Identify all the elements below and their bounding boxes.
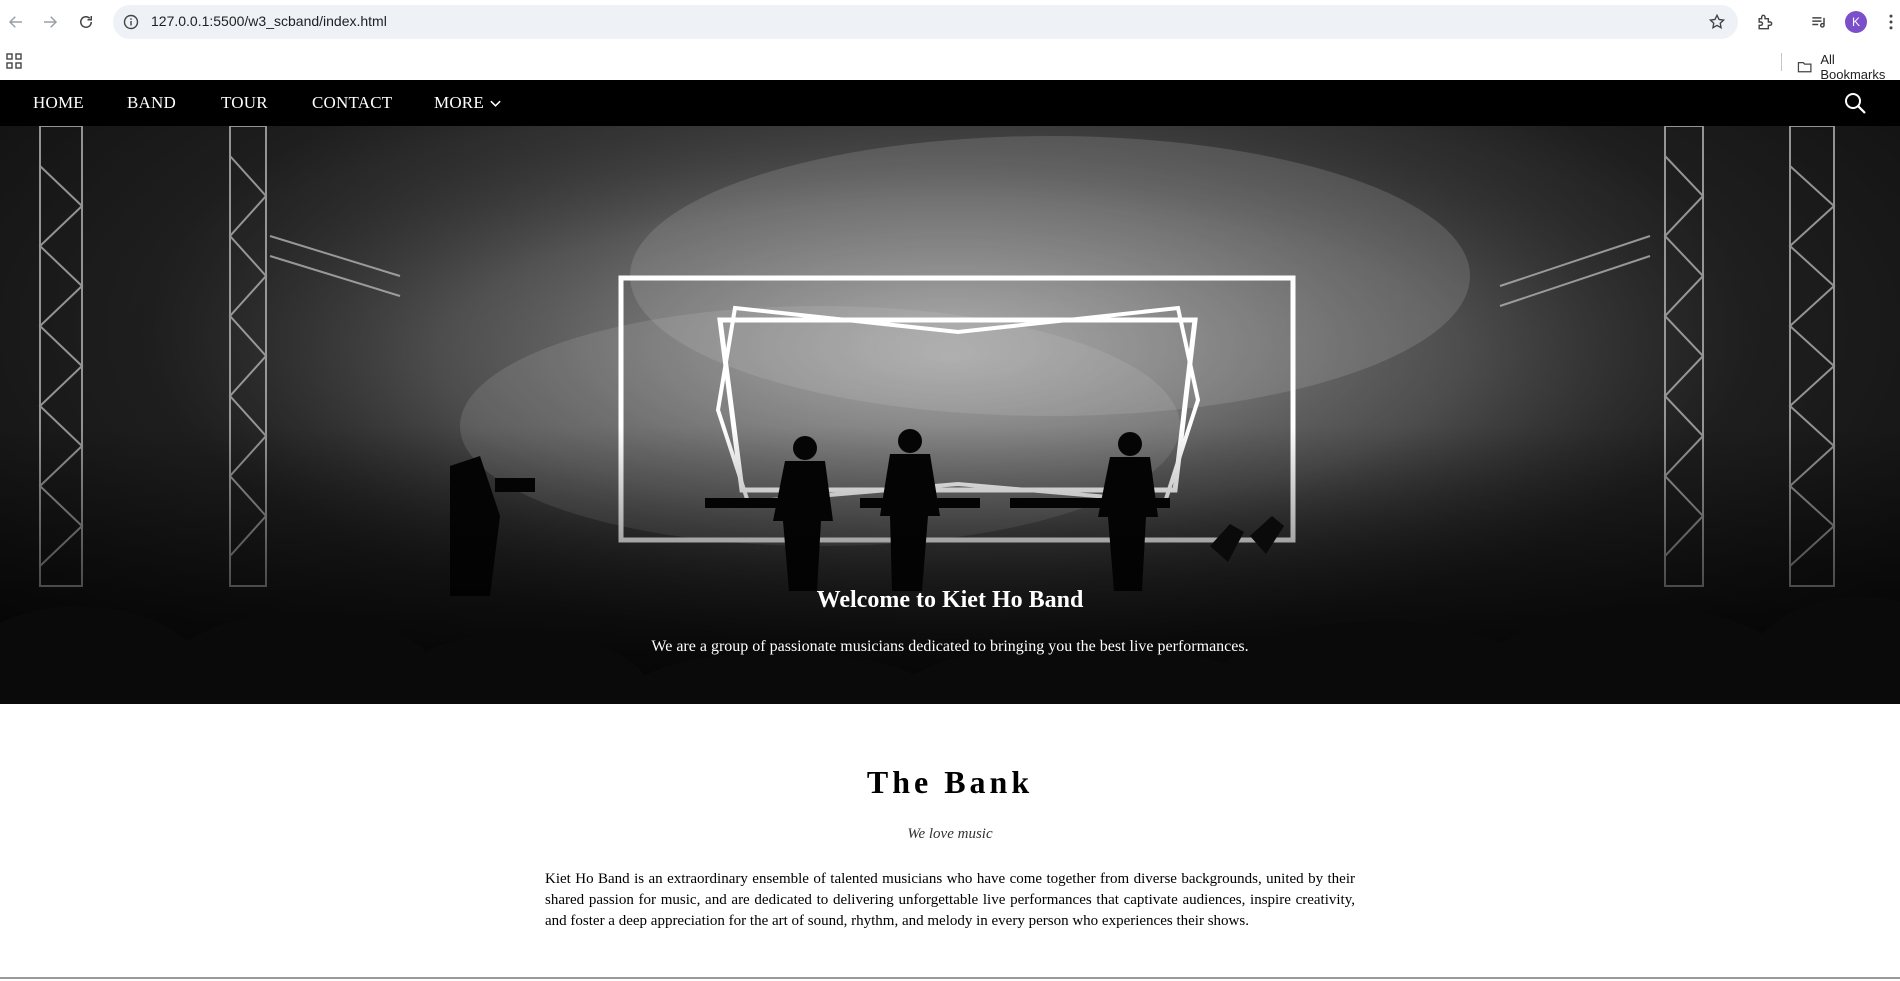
url-text[interactable]: 127.0.0.1:5500/w3_scband/index.html xyxy=(151,13,387,29)
reload-icon[interactable] xyxy=(74,10,98,34)
search-icon[interactable] xyxy=(1843,91,1867,115)
folder-icon xyxy=(1797,62,1812,73)
band-title: The Bank xyxy=(866,764,1034,800)
bookmarks-divider xyxy=(1781,53,1782,71)
nav-home[interactable]: HOME xyxy=(33,80,84,126)
nav-tour[interactable]: TOUR xyxy=(221,80,268,126)
nav-band[interactable]: BAND xyxy=(127,80,176,126)
all-bookmarks-button[interactable]: All Bookmarks xyxy=(1797,52,1900,82)
site-info-icon[interactable] xyxy=(123,14,139,30)
extensions-icon[interactable] xyxy=(1754,11,1776,33)
concert-stage-image xyxy=(0,126,1900,704)
apps-grid-icon[interactable] xyxy=(6,53,22,69)
hero-banner: Welcome to Kiet Ho Band We are a group o… xyxy=(0,126,1900,704)
hero-title: Welcome to Kiet Ho Band xyxy=(816,587,1084,613)
band-tagline: We love music xyxy=(907,826,993,842)
band-section: The Bank We love music Kiet Ho Band is a… xyxy=(0,704,1900,981)
more-vert-icon[interactable] xyxy=(1880,11,1900,33)
back-arrow-icon[interactable] xyxy=(4,10,28,34)
band-description: Kiet Ho Band is an extraordinary ensembl… xyxy=(545,871,1355,929)
media-queue-icon[interactable] xyxy=(1808,11,1830,33)
hero-subtitle: We are a group of passionate musicians d… xyxy=(651,638,1249,655)
nav-contact[interactable]: CONTACT xyxy=(312,80,392,126)
site-navbar: HOME BAND TOUR CONTACT MORE xyxy=(0,80,1900,126)
nav-more-dropdown[interactable]: MORE xyxy=(434,80,502,126)
address-bar[interactable]: 127.0.0.1:5500/w3_scband/index.html xyxy=(113,5,1738,39)
bookmarks-bar: All Bookmarks xyxy=(0,44,1900,82)
browser-toolbar: 127.0.0.1:5500/w3_scband/index.html K xyxy=(0,0,1900,44)
forward-arrow-icon[interactable] xyxy=(38,10,62,34)
avatar[interactable]: K xyxy=(1845,11,1867,33)
chevron-down-icon xyxy=(490,100,501,107)
nav-more-label: MORE xyxy=(434,93,484,112)
bookmark-star-icon[interactable] xyxy=(1708,13,1726,31)
all-bookmarks-label: All Bookmarks xyxy=(1820,52,1886,82)
section-divider xyxy=(0,977,1900,979)
